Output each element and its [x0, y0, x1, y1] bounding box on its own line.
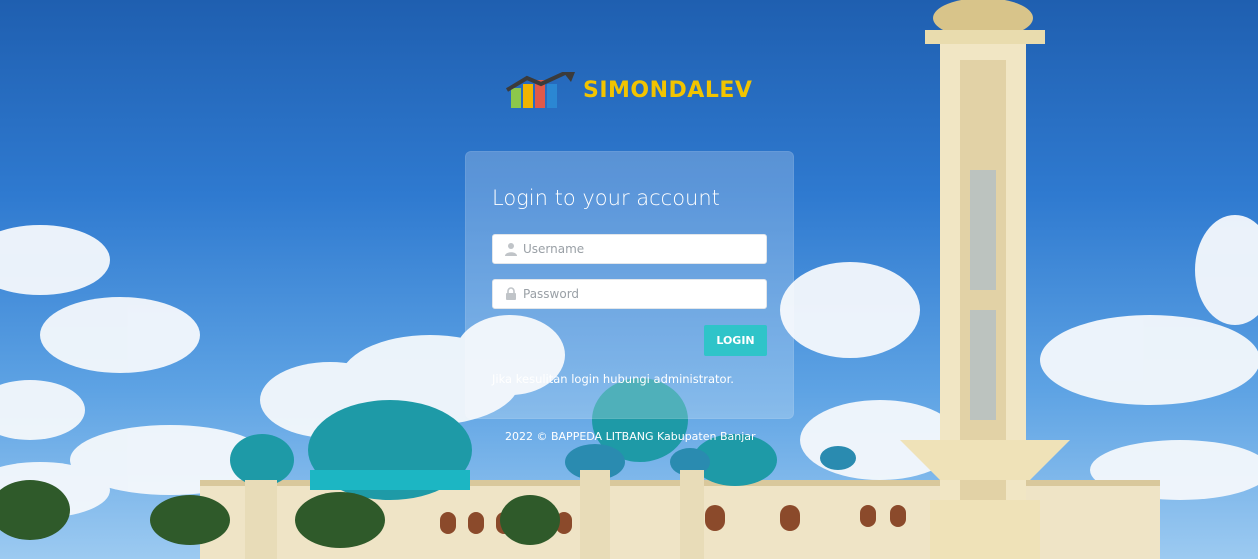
brand: SIMONDALEV [505, 72, 752, 108]
help-text: Jika kesulitan login hubungi administrat… [492, 372, 734, 386]
login-page: SIMONDALEV Login to your account LOGIN J… [0, 0, 1258, 559]
login-button[interactable]: LOGIN [704, 325, 767, 356]
password-field[interactable] [492, 279, 767, 309]
password-input[interactable] [523, 280, 761, 308]
footer-copyright: 2022 © BAPPEDA LITBANG Kabupaten Banjar [505, 430, 756, 443]
user-icon [505, 243, 517, 256]
bar-chart-trend-icon [505, 72, 575, 108]
username-field[interactable] [492, 234, 767, 264]
login-form: Login to your account LOGIN Jika kesulit… [465, 151, 794, 419]
username-input[interactable] [523, 235, 761, 263]
lock-icon [506, 287, 516, 300]
app-title: SIMONDALEV [583, 77, 753, 103]
login-title: Login to your account [492, 186, 720, 210]
